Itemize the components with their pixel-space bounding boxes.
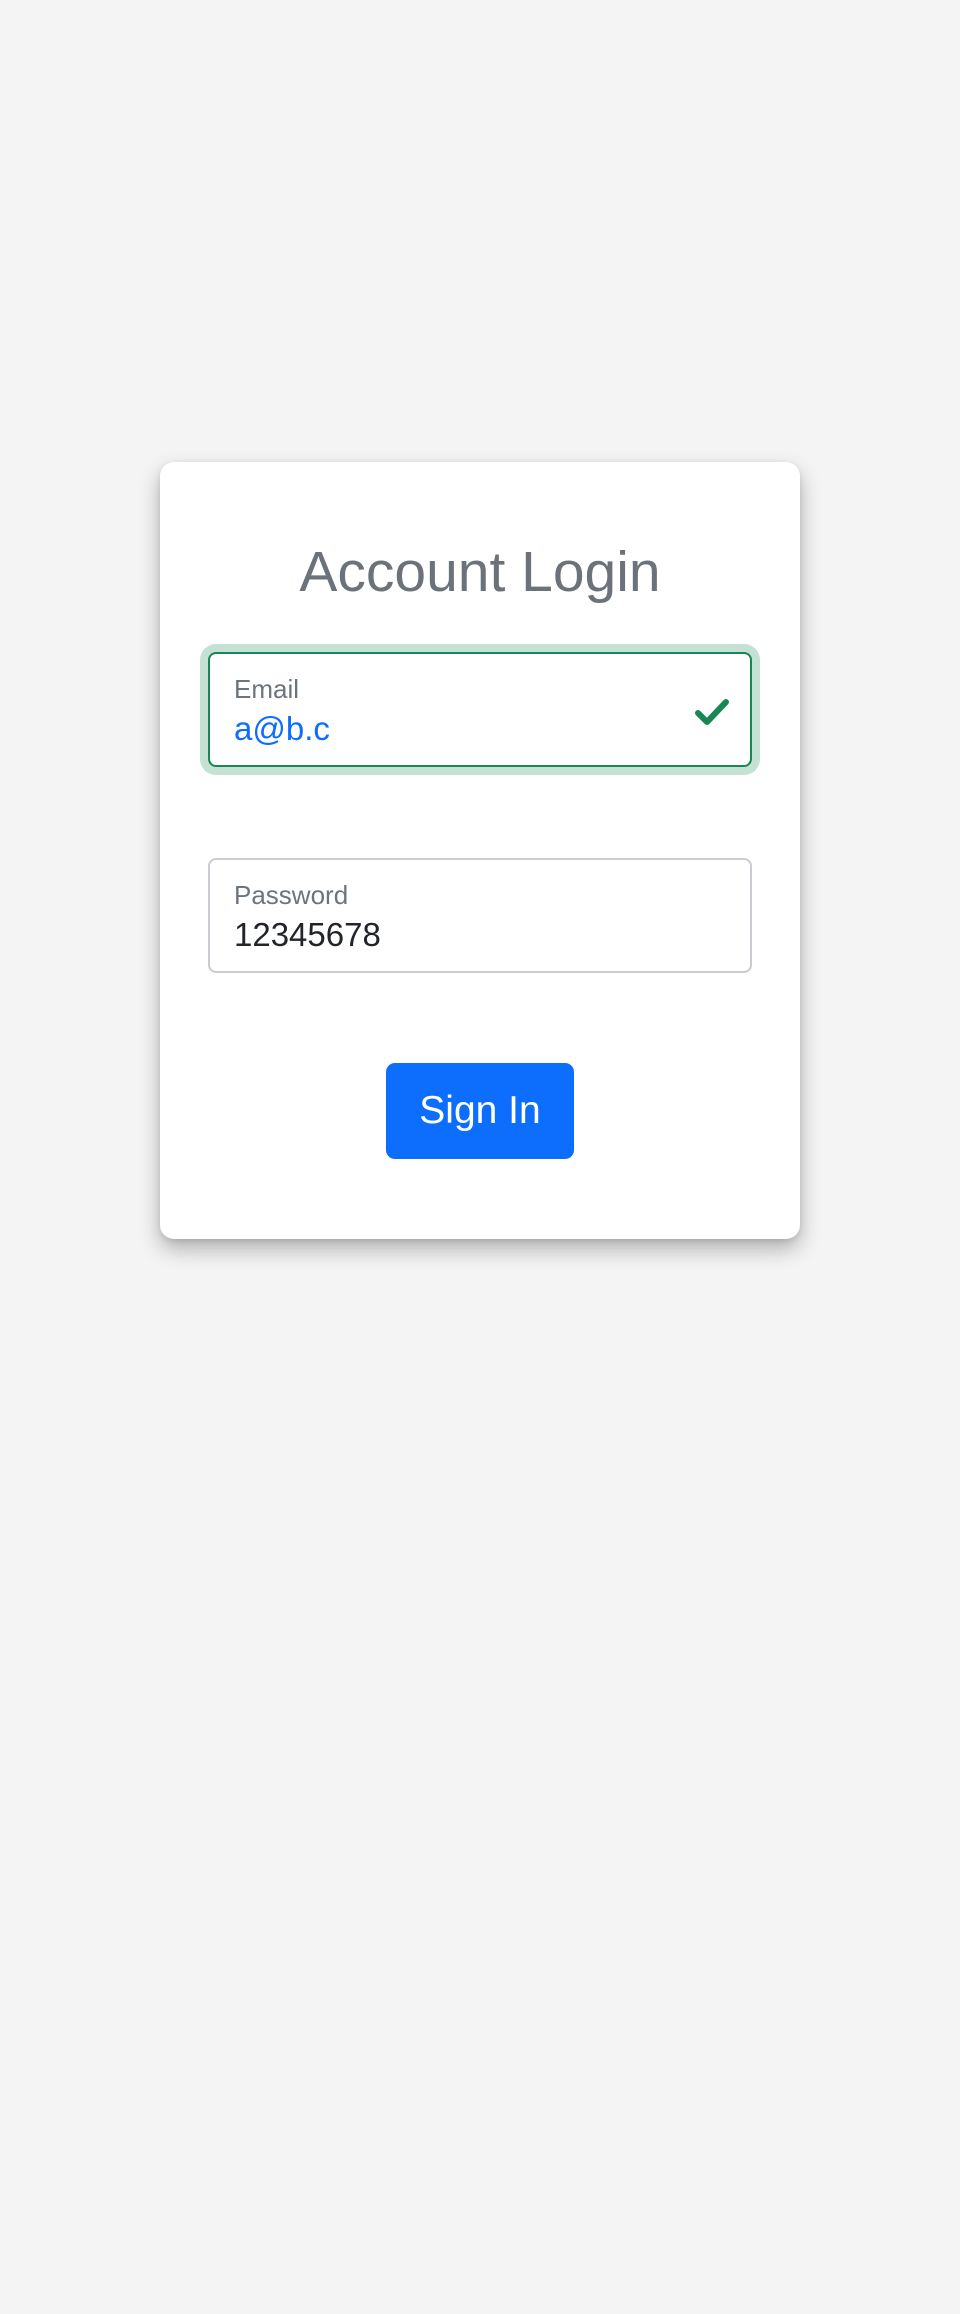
email-field[interactable]: Email a@b.c <box>208 652 752 767</box>
password-input[interactable]: 12345678 <box>234 918 381 951</box>
password-field[interactable]: Password 12345678 <box>208 858 752 973</box>
sign-in-button[interactable]: Sign In <box>386 1063 574 1159</box>
email-input[interactable]: a@b.c <box>234 712 330 745</box>
email-label: Email <box>234 674 300 704</box>
page-title: Account Login <box>299 540 661 604</box>
password-label: Password <box>234 880 349 910</box>
check-icon <box>692 692 732 732</box>
login-card: Account Login Email a@b.c Password 12345… <box>160 462 800 1239</box>
